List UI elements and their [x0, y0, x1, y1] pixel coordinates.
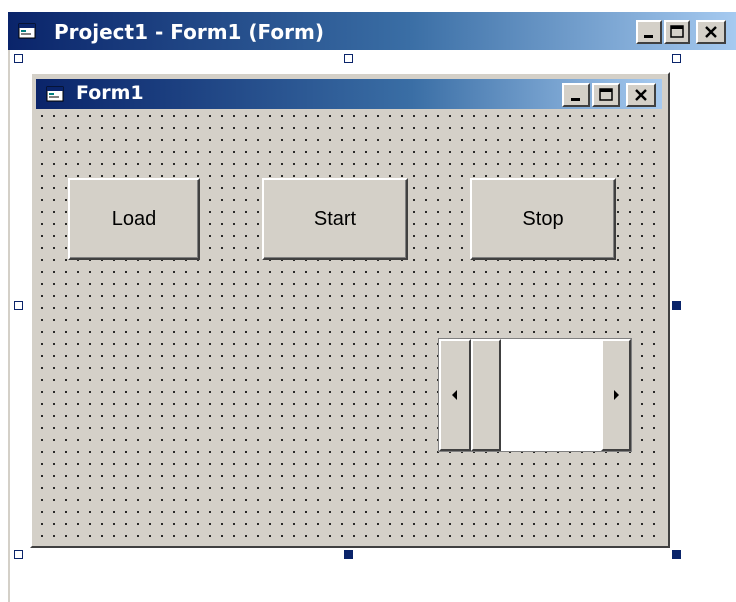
form-icon: [18, 23, 36, 39]
designer-close-button[interactable]: [696, 20, 726, 44]
horizontal-scrollbar[interactable]: [438, 338, 632, 452]
close-icon: [635, 89, 647, 101]
resize-handle-right[interactable]: [672, 301, 681, 310]
minimize-icon: [571, 98, 580, 101]
start-button-label: Start: [313, 207, 357, 230]
load-button-label: Load: [111, 207, 157, 230]
scroll-right-button[interactable]: [601, 339, 631, 451]
stop-button-label: Stop: [522, 207, 564, 230]
scroll-left-button[interactable]: [439, 339, 471, 451]
designer-maximize-button[interactable]: [664, 20, 690, 44]
form-close-button[interactable]: [626, 83, 656, 107]
right-arrow-icon: [614, 390, 619, 400]
resize-handle-top-right[interactable]: [672, 54, 681, 63]
form-maximize-button[interactable]: [592, 83, 620, 107]
close-icon: [705, 26, 717, 38]
design-grid[interactable]: [36, 110, 662, 542]
resize-handle-bottom-left[interactable]: [14, 550, 23, 559]
left-arrow-icon: [452, 390, 457, 400]
resize-handle-left[interactable]: [14, 301, 23, 310]
resize-handle-top[interactable]: [344, 54, 353, 63]
load-button[interactable]: Load: [68, 178, 200, 260]
maximize-icon: [599, 88, 613, 101]
scroll-thumb[interactable]: [471, 339, 501, 451]
form-icon: [46, 86, 64, 102]
designer-title: Project1 - Form1 (Form): [54, 20, 324, 44]
stop-button[interactable]: Stop: [470, 178, 616, 260]
form-title: Form1: [76, 82, 144, 104]
start-button[interactable]: Start: [262, 178, 408, 260]
maximize-icon: [670, 25, 684, 38]
resize-handle-bottom[interactable]: [344, 550, 353, 559]
designer-minimize-button[interactable]: [636, 20, 662, 44]
form-minimize-button[interactable]: [562, 83, 590, 107]
minimize-icon: [644, 35, 653, 38]
resize-handle-top-left[interactable]: [14, 54, 23, 63]
resize-handle-bottom-right[interactable]: [672, 550, 681, 559]
